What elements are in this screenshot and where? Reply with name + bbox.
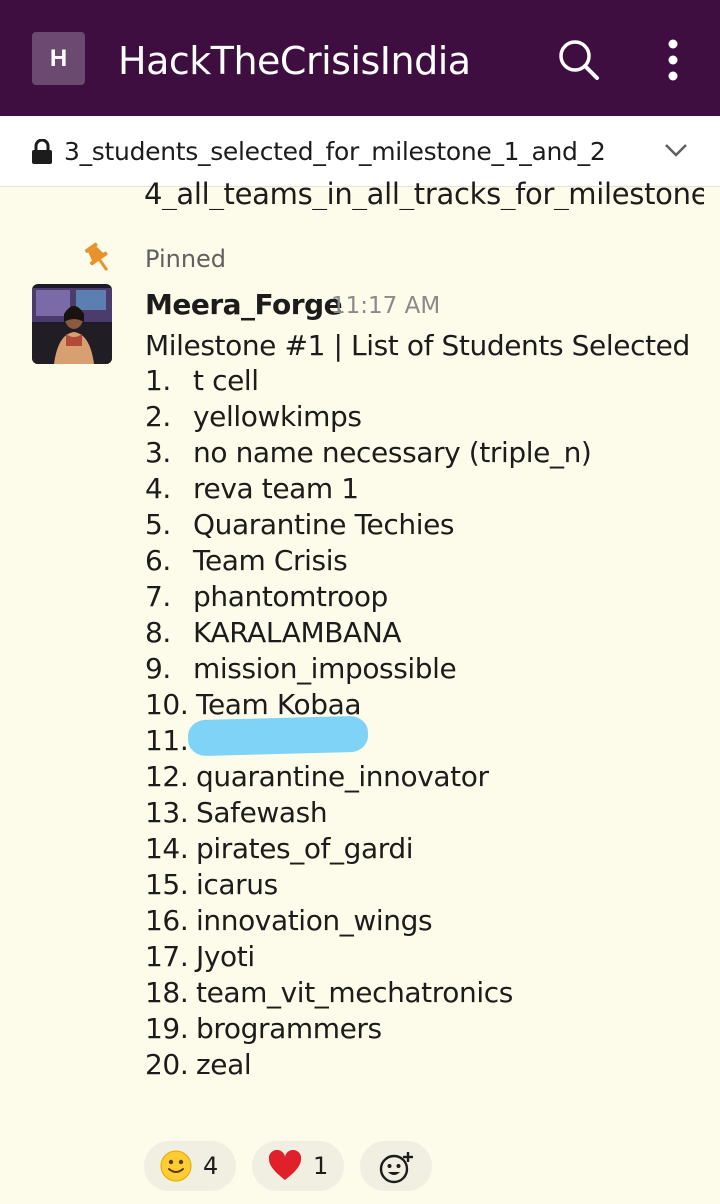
list-item: 4. reva team 1 [145, 472, 359, 505]
lock-icon [32, 139, 52, 164]
list-item: 14. pirates_of_gardi [145, 832, 414, 865]
list-item: 1. t cell [145, 364, 259, 397]
workspace-avatar[interactable]: H [32, 32, 85, 85]
list-item: 19. brogrammers [145, 1012, 382, 1045]
list-item: 7. phantomtroop [145, 580, 388, 613]
add-reaction-icon [379, 1152, 413, 1184]
pin-icon [84, 242, 108, 271]
red-heart-icon [268, 1150, 302, 1180]
list-item: 10. Team Kobaa [145, 688, 362, 721]
previous-message-text: 4_all_teams_in_all_tracks_for_milestone2 [144, 177, 704, 210]
list-item: 6. Team Crisis [145, 544, 348, 577]
pinned-label: Pinned [145, 245, 227, 273]
list-item: 20. zeal [145, 1048, 252, 1081]
slightly-smiling-face-icon [160, 1150, 192, 1182]
more-vertical-icon [668, 39, 678, 81]
workspace-title[interactable]: HackTheCrisisIndia [118, 36, 471, 86]
message-title: Milestone #1 | List of Students Selected [145, 329, 690, 362]
list-item: 9. mission_impossible [145, 652, 457, 685]
list-item: 2. yellowkimps [145, 400, 362, 433]
user-avatar[interactable] [32, 284, 112, 364]
reaction-heart[interactable]: 1 [252, 1141, 344, 1191]
search-button[interactable] [554, 36, 602, 84]
channel-name[interactable]: 3_students_selected_for_milestone_1_and_… [64, 134, 606, 170]
reaction-count: 1 [313, 1152, 329, 1180]
list-item: 16. innovation_wings [145, 904, 433, 937]
list-item: 8. KARALAMBANA [145, 616, 402, 649]
list-item: 18. team_vit_mechatronics [145, 976, 513, 1009]
add-reaction-button[interactable] [360, 1141, 432, 1191]
search-icon [559, 40, 599, 80]
redaction-mark [187, 715, 369, 757]
reaction-smile[interactable]: 4 [144, 1141, 236, 1191]
overflow-menu-button[interactable] [656, 36, 690, 84]
list-item: 12. quarantine_innovator [145, 760, 489, 793]
list-item: 5. Quarantine Techies [145, 508, 455, 541]
message-timestamp: 11:17 AM [331, 293, 441, 319]
message-author[interactable]: Meera_Forge [145, 286, 343, 324]
reaction-count: 4 [203, 1152, 219, 1180]
list-item: 15. icarus [145, 868, 278, 901]
app-bar: H HackTheCrisisIndia [0, 0, 720, 116]
list-item: 13. Safewash [145, 796, 328, 829]
chevron-down-icon[interactable] [662, 140, 690, 160]
list-item: 17. Jyoti [145, 940, 255, 973]
list-item: 3. no name necessary (triple_n) [145, 436, 592, 469]
